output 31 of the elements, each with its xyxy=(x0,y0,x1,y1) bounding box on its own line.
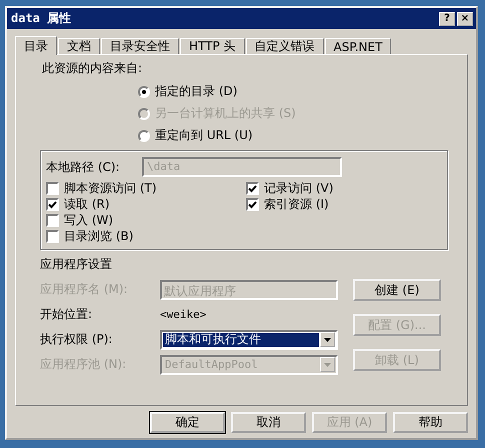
dialog-button[interactable]: 取消 xyxy=(231,412,306,433)
checkbox-label: 脚本资源访问 (T) xyxy=(64,180,157,197)
window-title: data 属性 xyxy=(11,10,72,27)
dialog-button[interactable]: 帮助 xyxy=(393,412,468,433)
checkbox-label: 读取 (R) xyxy=(64,196,110,213)
section-heading: 应用程序设置 xyxy=(40,256,113,273)
action-button[interactable]: 创建 (E) xyxy=(353,279,441,301)
tab[interactable]: 自定义错误 xyxy=(246,38,324,54)
section-label: 此资源的内容来自: xyxy=(42,60,144,77)
checkbox-label: 索引资源 (I) xyxy=(264,196,329,213)
tab[interactable]: HTTP 头 xyxy=(180,38,245,54)
radio-label: 另一台计算机上的共享 (S) xyxy=(155,105,296,122)
checkbox-label: 记录访问 (V) xyxy=(264,180,334,197)
field-label: 本地路径 (C): xyxy=(46,158,121,176)
tab[interactable]: ASP.NET xyxy=(324,38,392,54)
start-point-text: <weike> xyxy=(160,308,206,321)
checkbox-label: 目录浏览 (B) xyxy=(64,228,134,245)
dropdown[interactable]: 脚本和可执行文件 xyxy=(160,330,338,350)
field-label: 开始位置: xyxy=(40,306,94,323)
tab[interactable]: 目录安全性 xyxy=(101,38,179,54)
help-button[interactable]: ? xyxy=(439,12,455,26)
field-label: 执行权限 (P): xyxy=(40,331,114,348)
radio-label: 指定的目录 (D) xyxy=(155,83,238,100)
field-label: 应用程序名 (M): xyxy=(40,281,129,298)
field-label: 应用程序池 (N): xyxy=(40,356,128,373)
close-button[interactable]: × xyxy=(457,12,473,26)
tab[interactable]: 目录 xyxy=(15,36,57,55)
checkbox-label: 写入 (W) xyxy=(64,212,114,229)
tab[interactable]: 文档 xyxy=(58,38,100,54)
radio-label: 重定向到 URL (U) xyxy=(155,127,253,144)
dialog-button[interactable]: 确定 xyxy=(150,412,225,433)
